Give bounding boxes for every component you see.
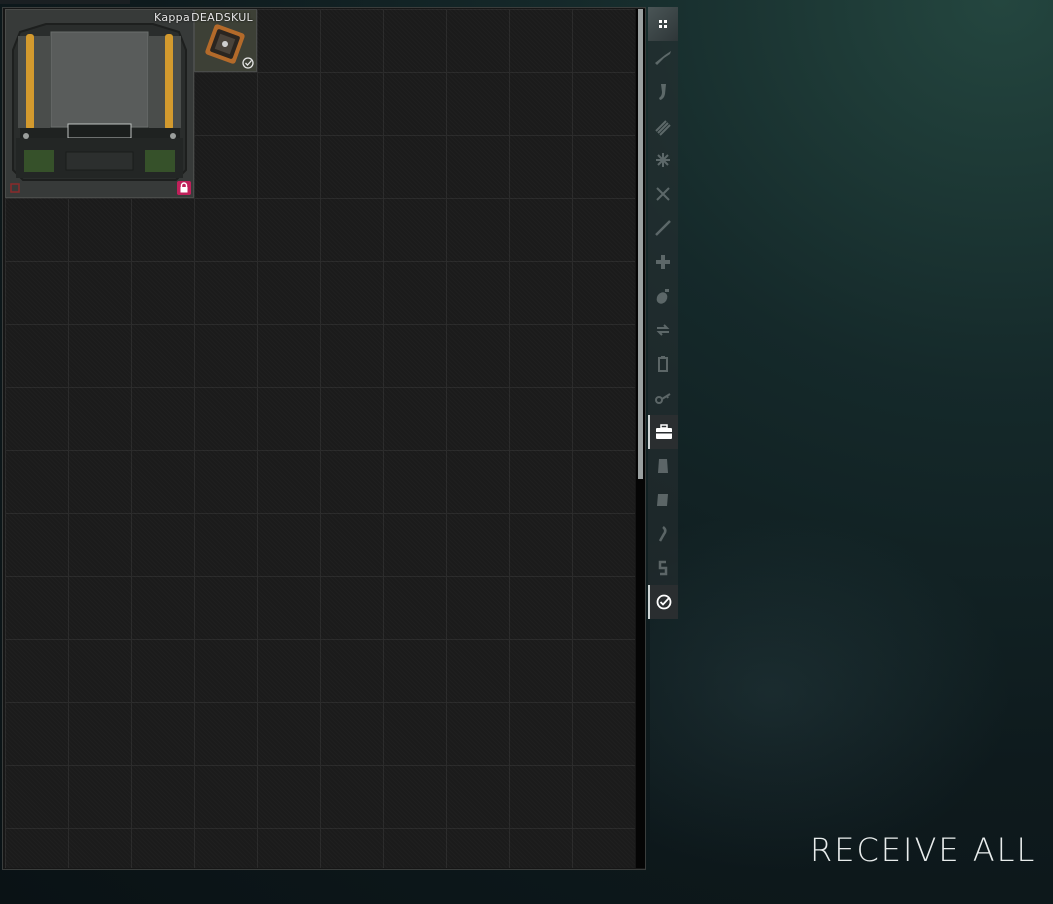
tab-provisions[interactable] xyxy=(648,517,678,551)
ammo-icon xyxy=(655,120,671,136)
stash-scrollbar-thumb[interactable] xyxy=(638,9,643,479)
check-icon xyxy=(242,57,254,69)
gear-icon xyxy=(656,153,670,167)
grenade-icon xyxy=(656,289,669,304)
tab-magazines[interactable] xyxy=(648,75,678,109)
tab-info[interactable] xyxy=(648,483,678,517)
food-icon xyxy=(658,526,667,542)
armor-icon xyxy=(658,459,668,473)
melee-icon xyxy=(656,187,670,201)
kappa-item-label: Kappa xyxy=(154,11,190,24)
money-icon xyxy=(658,560,668,576)
tab-electronics[interactable] xyxy=(648,347,678,381)
tab-containers[interactable] xyxy=(648,415,678,449)
tab-grenades[interactable] xyxy=(648,279,678,313)
tab-all-items[interactable] xyxy=(648,7,678,41)
stash-scrollbar[interactable] xyxy=(636,9,645,868)
kappa-container-icon xyxy=(6,10,193,197)
stash-panel: Kappa DEADSKUL xyxy=(2,7,646,870)
receive-all-button[interactable]: RECEIVE ALL xyxy=(810,831,1036,869)
battery-icon xyxy=(658,356,668,372)
knife-icon xyxy=(655,220,671,236)
tab-ammo[interactable] xyxy=(648,109,678,143)
tab-gear[interactable] xyxy=(648,143,678,177)
magazine-icon xyxy=(659,84,666,100)
category-sidebar xyxy=(648,7,678,619)
tab-weapons[interactable] xyxy=(648,41,678,75)
red-marker-icon xyxy=(10,183,20,193)
stash-header-strip xyxy=(0,0,130,4)
medical-icon xyxy=(656,255,670,269)
tab-keys[interactable] xyxy=(648,381,678,415)
info-icon xyxy=(657,494,668,506)
tab-armor[interactable] xyxy=(648,449,678,483)
tab-medical[interactable] xyxy=(648,245,678,279)
barter-icon xyxy=(656,324,670,336)
deadskul-item-label: DEADSKUL xyxy=(191,11,253,24)
keys-icon xyxy=(655,393,671,404)
container-icon xyxy=(656,424,672,439)
rifle-icon xyxy=(655,51,671,65)
tab-found-in-raid[interactable] xyxy=(648,585,678,619)
tab-knives[interactable] xyxy=(648,211,678,245)
kappa-container-item[interactable]: Kappa xyxy=(5,9,194,198)
deadskul-item[interactable]: DEADSKUL xyxy=(191,9,257,72)
tab-barter[interactable] xyxy=(648,313,678,347)
grid-icon xyxy=(659,20,667,28)
lock-icon xyxy=(177,181,191,195)
check-icon xyxy=(656,594,672,610)
tab-melee[interactable] xyxy=(648,177,678,211)
stash-grid[interactable]: Kappa DEADSKUL xyxy=(5,9,635,868)
tab-money[interactable] xyxy=(648,551,678,585)
